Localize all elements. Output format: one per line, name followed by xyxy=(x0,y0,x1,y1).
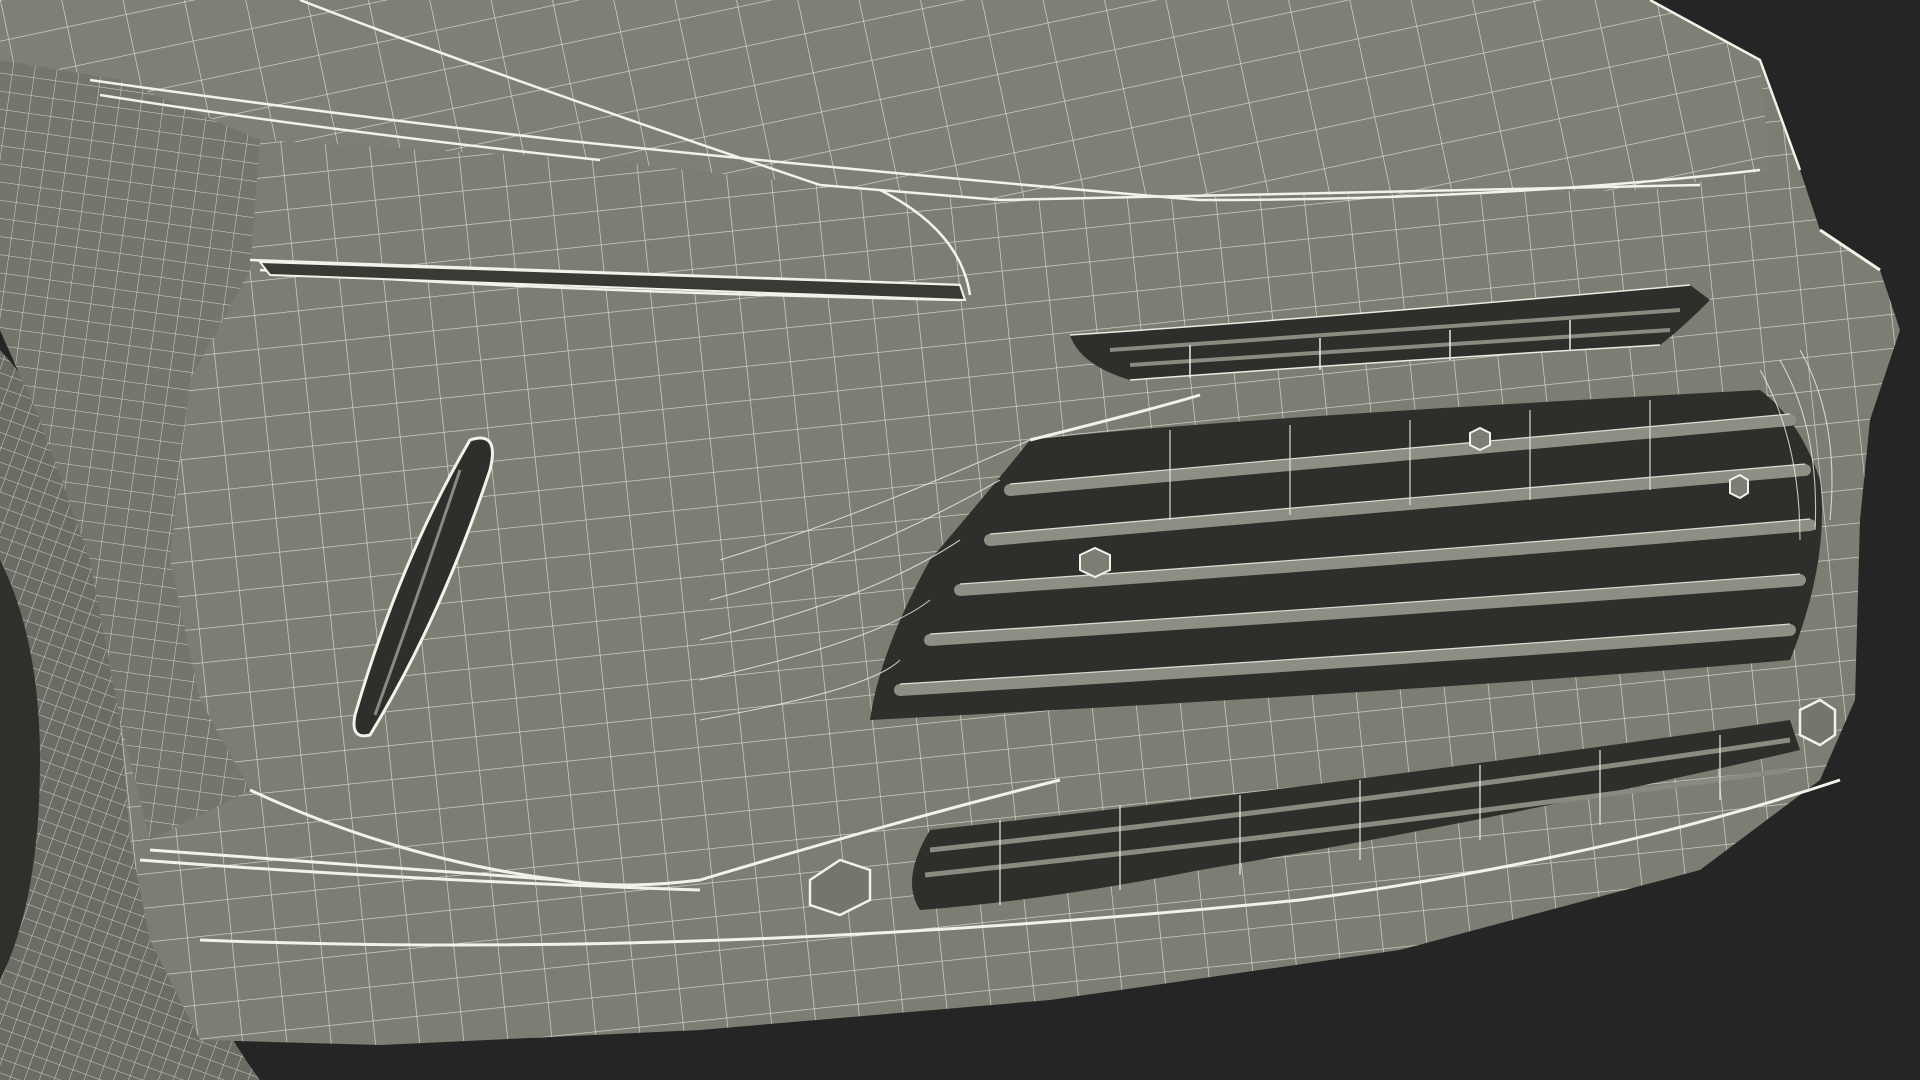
wireframe-render xyxy=(0,0,1920,1080)
render-viewport xyxy=(0,0,1920,1080)
